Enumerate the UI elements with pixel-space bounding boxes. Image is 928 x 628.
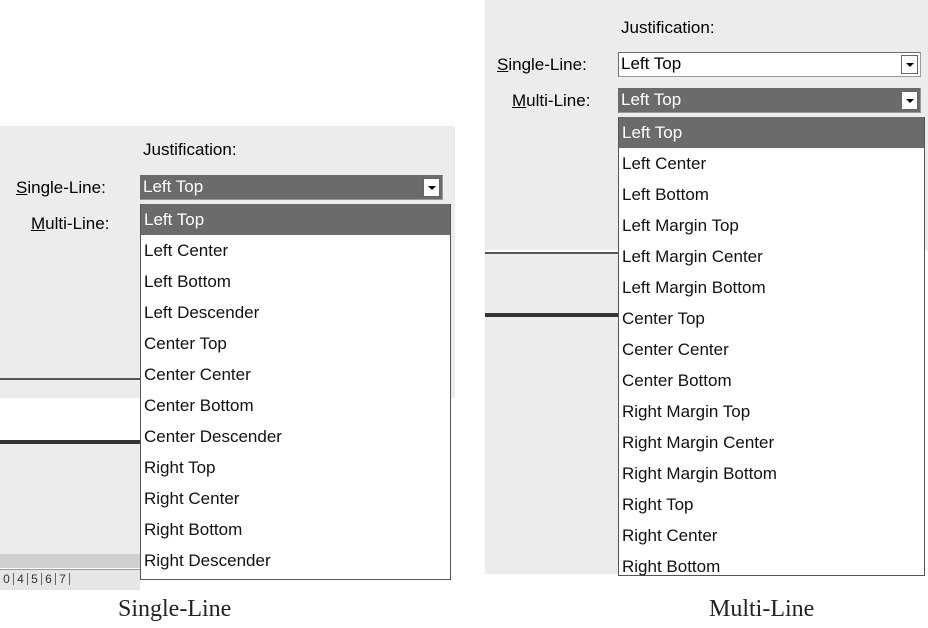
single-line-combo[interactable]: Left Top bbox=[140, 175, 443, 200]
multi-line-label-text: ulti-Line: bbox=[45, 214, 110, 233]
multi-line-label: Multi-Line: bbox=[31, 214, 109, 234]
multi-line-dropdown-list[interactable]: Left Top Left Center Left Bottom Left Ma… bbox=[618, 117, 925, 576]
single-line-combo-value: Left Top bbox=[143, 177, 204, 196]
option-center-center[interactable]: Center Center bbox=[141, 359, 450, 390]
option-right-margin-bottom[interactable]: Right Margin Bottom bbox=[619, 458, 924, 489]
justification-heading: Justification: bbox=[143, 140, 237, 159]
option-left-top[interactable]: Left Top bbox=[141, 204, 450, 235]
option-center-center[interactable]: Center Center bbox=[619, 334, 924, 365]
option-left-margin-bottom[interactable]: Left Margin Bottom bbox=[619, 272, 924, 303]
option-right-margin-center[interactable]: Right Margin Center bbox=[619, 427, 924, 458]
single-line-mnemonic: S bbox=[16, 178, 28, 197]
option-left-top[interactable]: Left Top bbox=[619, 117, 924, 148]
single-line-mnemonic: S bbox=[497, 55, 509, 74]
multi-line-caption: Multi-Line bbox=[709, 596, 815, 622]
option-left-bottom[interactable]: Left Bottom bbox=[619, 179, 924, 210]
single-line-combo-value: Left Top bbox=[621, 54, 682, 73]
chevron-down-icon[interactable] bbox=[423, 178, 440, 197]
single-line-label: Single-Line: bbox=[16, 178, 106, 198]
option-center-descender[interactable]: Center Descender bbox=[141, 421, 450, 452]
single-line-panel: 04567 Justification: Single-Line: Multi-… bbox=[0, 126, 455, 592]
multi-line-combo[interactable]: Left Top bbox=[618, 88, 921, 113]
single-line-label-text: ingle-Line: bbox=[27, 178, 106, 197]
dialog-background-lower bbox=[0, 444, 140, 564]
multi-line-panel: Justification: Single-Line: Multi-Line: … bbox=[485, 0, 928, 592]
justification-heading: Justification: bbox=[621, 18, 715, 37]
option-left-margin-center[interactable]: Left Margin Center bbox=[619, 241, 924, 272]
option-right-top[interactable]: Right Top bbox=[619, 489, 924, 520]
option-left-center[interactable]: Left Center bbox=[141, 235, 450, 266]
ruler: 04567 bbox=[0, 569, 140, 590]
option-left-center[interactable]: Left Center bbox=[619, 148, 924, 179]
option-right-center[interactable]: Right Center bbox=[141, 483, 450, 514]
divider-line-thick bbox=[0, 440, 142, 444]
option-right-center[interactable]: Right Center bbox=[619, 520, 924, 551]
divider-line-thick bbox=[485, 313, 622, 317]
gray-bar bbox=[0, 554, 140, 568]
multi-line-label: Multi-Line: bbox=[512, 91, 590, 111]
option-right-descender[interactable]: Right Descender bbox=[141, 545, 450, 576]
option-left-descender[interactable]: Left Descender bbox=[141, 297, 450, 328]
multi-line-label-text: ulti-Line: bbox=[526, 91, 591, 110]
option-center-bottom[interactable]: Center Bottom bbox=[141, 390, 450, 421]
single-line-dropdown-list[interactable]: Left Top Left Center Left Bottom Left De… bbox=[140, 204, 451, 580]
option-left-margin-top[interactable]: Left Margin Top bbox=[619, 210, 924, 241]
single-line-caption: Single-Line bbox=[118, 596, 232, 622]
option-right-bottom[interactable]: Right Bottom bbox=[619, 551, 924, 582]
multi-line-combo-value: Left Top bbox=[621, 90, 682, 109]
multi-line-mnemonic: M bbox=[512, 91, 527, 110]
option-left-bottom[interactable]: Left Bottom bbox=[141, 266, 450, 297]
option-center-top[interactable]: Center Top bbox=[141, 328, 450, 359]
chevron-down-icon[interactable] bbox=[901, 91, 918, 110]
single-line-label-text: ingle-Line: bbox=[508, 55, 587, 74]
option-right-margin-top[interactable]: Right Margin Top bbox=[619, 396, 924, 427]
option-center-bottom[interactable]: Center Bottom bbox=[619, 365, 924, 396]
dialog-background-lower bbox=[485, 254, 620, 574]
multi-line-mnemonic: M bbox=[31, 214, 46, 233]
single-line-label: Single-Line: bbox=[497, 55, 587, 75]
divider-line bbox=[0, 378, 142, 380]
option-right-bottom[interactable]: Right Bottom bbox=[141, 514, 450, 545]
option-center-top[interactable]: Center Top bbox=[619, 303, 924, 334]
option-right-top[interactable]: Right Top bbox=[141, 452, 450, 483]
divider-line bbox=[485, 252, 622, 254]
single-line-combo[interactable]: Left Top bbox=[618, 52, 921, 77]
chevron-down-icon[interactable] bbox=[901, 55, 918, 74]
